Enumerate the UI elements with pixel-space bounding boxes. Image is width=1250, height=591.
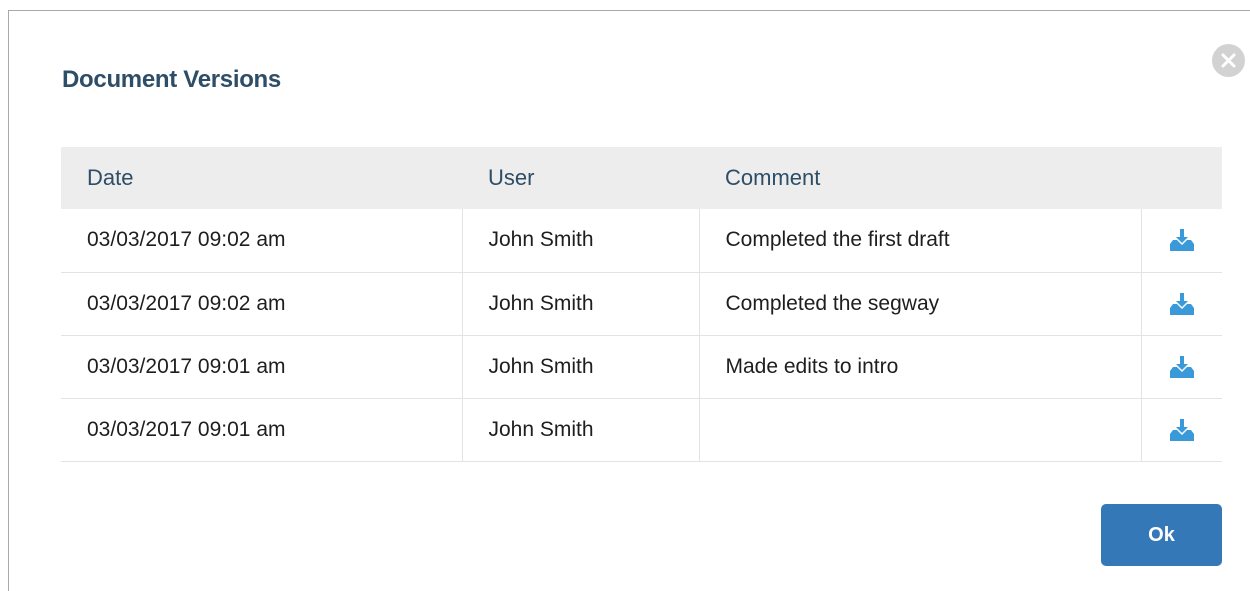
close-button[interactable] (1212, 44, 1245, 77)
ok-button[interactable]: Ok (1101, 504, 1222, 566)
download-button[interactable] (1168, 417, 1196, 443)
column-header-user: User (462, 147, 699, 209)
version-comment-cell (699, 398, 1142, 462)
table-row: 03/03/2017 09:02 am John Smith Completed… (61, 209, 1222, 273)
column-header-actions (1141, 147, 1222, 209)
table-row: 03/03/2017 09:02 am John Smith Completed… (61, 272, 1222, 336)
version-comment-cell: Completed the segway (699, 272, 1142, 336)
download-icon (1169, 355, 1194, 378)
version-date-cell: 03/03/2017 09:02 am (61, 272, 463, 336)
column-header-date: Date (61, 147, 462, 209)
close-icon (1221, 53, 1236, 68)
table-header-row: Date User Comment (61, 147, 1222, 209)
download-icon (1169, 292, 1194, 315)
version-user-cell: John Smith (462, 272, 700, 336)
version-comment-cell: Made edits to intro (699, 335, 1142, 399)
version-date-cell: 03/03/2017 09:01 am (61, 398, 463, 462)
version-user-cell: John Smith (462, 398, 700, 462)
download-icon (1169, 229, 1194, 252)
download-button[interactable] (1168, 354, 1196, 380)
version-action-cell (1141, 398, 1222, 462)
version-action-cell (1141, 209, 1222, 273)
version-date-cell: 03/03/2017 09:01 am (61, 335, 463, 399)
table-row: 03/03/2017 09:01 am John Smith (61, 398, 1222, 462)
version-user-cell: John Smith (462, 209, 700, 273)
download-button[interactable] (1168, 291, 1196, 317)
document-versions-dialog: Document Versions Date User Comment 03/0… (8, 10, 1250, 591)
version-date-cell: 03/03/2017 09:02 am (61, 209, 463, 273)
dialog-title: Document Versions (62, 66, 281, 93)
table-row: 03/03/2017 09:01 am John Smith Made edit… (61, 335, 1222, 399)
download-icon (1169, 418, 1194, 441)
version-comment-cell: Completed the first draft (699, 209, 1142, 273)
column-header-comment: Comment (699, 147, 1141, 209)
version-action-cell (1141, 272, 1222, 336)
version-action-cell (1141, 335, 1222, 399)
version-user-cell: John Smith (462, 335, 700, 399)
download-button[interactable] (1168, 227, 1196, 253)
versions-table: Date User Comment 03/03/2017 09:02 am Jo… (61, 147, 1222, 462)
